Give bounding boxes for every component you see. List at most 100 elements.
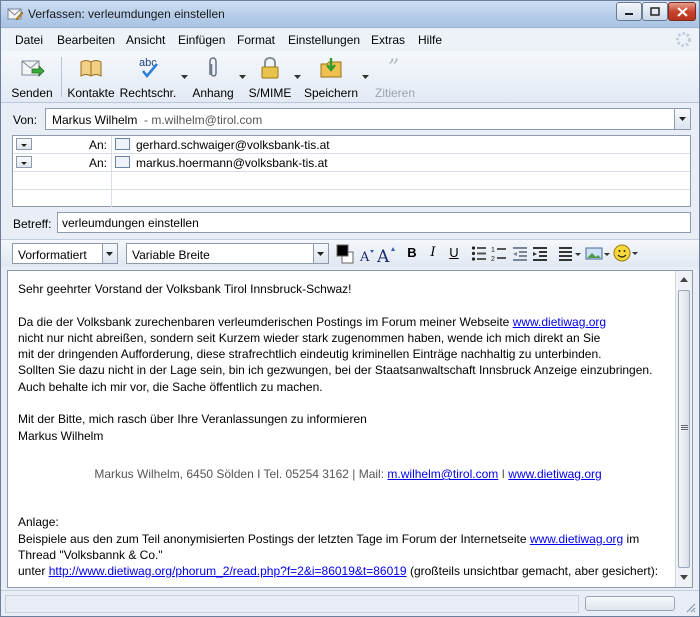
chevron-down-icon	[317, 252, 324, 256]
recipient-address[interactable]: markus.hoermann@volksbank-tis.at	[136, 156, 328, 170]
bold-button[interactable]: B	[405, 245, 419, 263]
maximize-button[interactable]	[642, 2, 668, 21]
body-text: (großteils unsichtbar gemacht, aber gesi…	[406, 564, 659, 579]
numbered-list-icon[interactable]: 1 2	[491, 245, 507, 262]
minimize-button[interactable]	[616, 2, 642, 21]
underline-icon: U	[449, 245, 459, 260]
bullet-list-icon[interactable]	[471, 245, 487, 262]
recipient-row[interactable]: An: markus.hoermann@volksbank-tis.at	[13, 154, 690, 172]
spellcheck-button[interactable]: abc Rechtschr.	[119, 55, 177, 101]
compose-app-icon	[7, 8, 23, 21]
website-link[interactable]: www.dietiwag.org	[513, 315, 606, 329]
signature-mail-link[interactable]: m.wilhelm@tirol.com	[387, 467, 498, 481]
body-text: unter	[18, 564, 49, 579]
forum-thread-link[interactable]: http://www.dietiwag.org/phorum_2/read.ph…	[49, 564, 407, 578]
paragraph-format-dropdown[interactable]	[102, 244, 117, 263]
paragraph-line: Auch behalte ich mir vor, die Sache öffe…	[18, 379, 323, 394]
close-button[interactable]	[668, 2, 696, 21]
save-button[interactable]: Speichern	[303, 55, 359, 101]
svg-text:A: A	[377, 247, 390, 263]
send-button[interactable]: Senden	[9, 55, 55, 101]
body-text: im	[623, 531, 640, 546]
decrease-font-button[interactable]: A	[359, 245, 375, 265]
recipient-type-label: An:	[88, 156, 107, 170]
progress-meter	[585, 596, 675, 611]
chevron-down-icon	[679, 117, 686, 121]
closing: Mit der Bitte, mich rasch über Ihre Vera…	[18, 412, 367, 427]
paragraph-line: Sollten Sie dazu nicht in der Lage sein,…	[18, 363, 653, 378]
underline-button[interactable]: U	[447, 245, 461, 263]
contact-card-icon	[115, 156, 130, 168]
paragraph-line: nicht nur nicht abreißen, sondern seit K…	[18, 330, 601, 345]
smime-dropdown-icon[interactable]	[294, 75, 301, 80]
recipient-type-dropdown[interactable]	[16, 156, 32, 168]
subject-input[interactable]: verleumdungen einstellen	[57, 212, 691, 233]
resize-grip-icon[interactable]	[684, 601, 696, 613]
insert-image-icon[interactable]	[585, 245, 611, 262]
from-name: Markus Wilhelm	[52, 113, 138, 127]
font-smaller-icon: A	[359, 250, 374, 265]
from-label: Von:	[13, 113, 38, 127]
attachment-label: Anlage:	[18, 515, 59, 530]
contacts-button[interactable]: Kontakte	[67, 55, 115, 101]
recipient-type-cell	[13, 190, 112, 207]
align-icon[interactable]	[558, 245, 582, 262]
status-panel	[5, 595, 579, 613]
vertical-scrollbar[interactable]	[675, 271, 692, 587]
throbber-icon	[676, 32, 691, 47]
italic-button[interactable]: I	[426, 245, 440, 263]
menu-einstellungen[interactable]: Einstellungen	[288, 33, 360, 47]
menu-ansicht[interactable]: Ansicht	[126, 33, 165, 47]
indent-icon[interactable]	[532, 245, 548, 262]
attach-label: Anhang	[192, 86, 234, 100]
from-select[interactable]: Markus Wilhelm - m.wilhelm@tirol.com	[45, 108, 691, 130]
menu-extras[interactable]: Extras	[371, 33, 405, 47]
toolbar-separator	[61, 57, 62, 97]
scroll-down-icon[interactable]	[679, 574, 689, 582]
recipient-type-cell	[13, 172, 112, 189]
outdent-icon[interactable]	[512, 245, 528, 262]
menu-datei[interactable]: Datei	[15, 33, 43, 47]
recipient-type-dropdown[interactable]	[16, 138, 32, 150]
recipient-type-select[interactable]: An:	[13, 154, 112, 171]
message-content[interactable]: Sehr geehrter Vorstand der Volksbank Tir…	[18, 281, 678, 579]
maximize-icon	[650, 7, 660, 16]
spellcheck-dropdown-icon[interactable]	[181, 75, 188, 80]
recipient-type-select[interactable]: An:	[13, 136, 112, 153]
text-color-icon[interactable]	[335, 243, 355, 265]
increase-font-button[interactable]: A	[376, 245, 397, 267]
font-dropdown[interactable]	[313, 244, 328, 263]
recipient-row-empty[interactable]	[13, 172, 690, 190]
menu-einfuegen[interactable]: Einfügen	[178, 33, 225, 47]
attach-dropdown-icon[interactable]	[239, 75, 246, 80]
attachment-website-link[interactable]: www.dietiwag.org	[530, 532, 623, 546]
svg-text:A: A	[359, 250, 370, 263]
quote-button[interactable]: ” Zitieren	[373, 55, 417, 101]
recipient-row-empty[interactable]	[13, 190, 690, 208]
title-bar[interactable]: Verfassen: verleumdungen einstellen	[1, 1, 699, 28]
scroll-up-icon[interactable]	[679, 275, 689, 283]
menu-bearbeiten[interactable]: Bearbeiten	[57, 33, 115, 47]
save-dropdown-icon[interactable]	[362, 75, 369, 80]
menu-hilfe[interactable]: Hilfe	[418, 33, 442, 47]
attachment-line: unter http://www.dietiwag.org/phorum_2/r…	[18, 563, 678, 579]
menu-format[interactable]: Format	[237, 33, 275, 47]
from-dropdown-button[interactable]	[674, 109, 690, 129]
smiley-icon[interactable]	[613, 243, 639, 263]
italic-icon: I	[430, 245, 436, 260]
signature-web-link[interactable]: www.dietiwag.org	[508, 467, 601, 481]
minimize-icon	[625, 12, 633, 15]
recipient-address[interactable]: gerhard.schwaiger@volksbank-tis.at	[136, 138, 330, 152]
message-body[interactable]: Sehr geehrter Vorstand der Volksbank Tir…	[7, 270, 693, 588]
format-toolbar: Vorformatiert Variable Breite A A B I U …	[1, 239, 699, 267]
menu-bar: Datei Bearbeiten Ansicht Einfügen Format…	[1, 29, 699, 51]
body-text: Da die der Volksbank zurechenbaren verle…	[18, 314, 513, 329]
smime-button[interactable]: S/MIME	[248, 55, 292, 101]
scrollbar-thumb[interactable]	[678, 290, 690, 568]
attach-button[interactable]: Anhang	[191, 55, 235, 101]
recipient-list: An: gerhard.schwaiger@volksbank-tis.at A…	[12, 135, 691, 207]
recipient-row[interactable]: An: gerhard.schwaiger@volksbank-tis.at	[13, 136, 690, 154]
font-select[interactable]: Variable Breite	[126, 243, 329, 264]
body-text: Beispiele aus den zum Teil anonymisierte…	[18, 531, 530, 546]
paragraph-format-select[interactable]: Vorformatiert	[12, 243, 118, 264]
